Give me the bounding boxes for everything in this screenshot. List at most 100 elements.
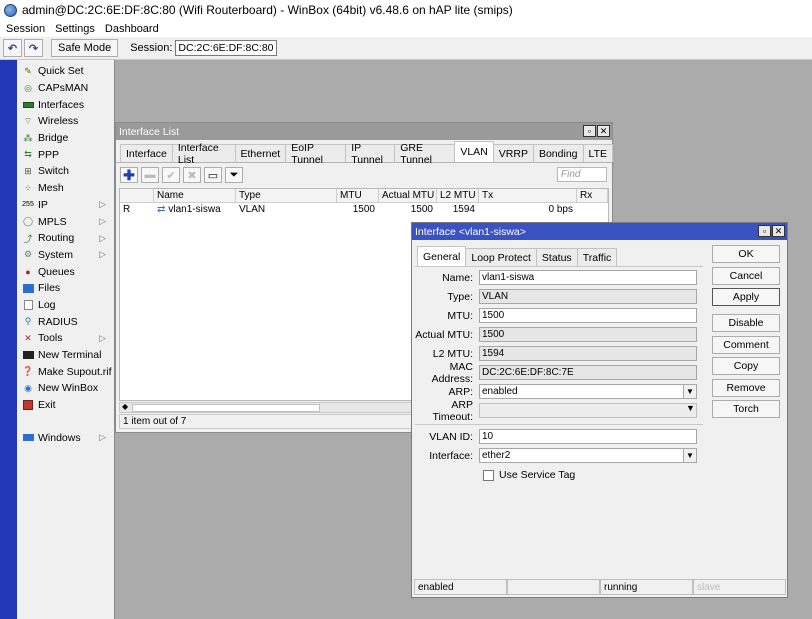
ok-button[interactable]: OK <box>712 245 780 263</box>
chevron-down-icon[interactable]: ▼ <box>683 449 696 462</box>
close-button[interactable]: ✕ <box>772 225 785 237</box>
sidebar-item-switch[interactable]: ⊞ Switch <box>17 163 114 180</box>
sidebar-item-bridge[interactable]: ⁂ Bridge <box>17 130 114 147</box>
table-row[interactable]: R ⇄ vlan1-siswa VLAN 1500 1500 1594 0 bps <box>120 203 608 216</box>
find-input[interactable]: Find <box>557 167 607 182</box>
menu-settings[interactable]: Settings <box>55 23 95 35</box>
sidebar-item-interfaces[interactable]: Interfaces <box>17 96 114 113</box>
note-icon: ▭ <box>207 169 219 182</box>
vlan-id-field[interactable]: 10 <box>479 429 697 444</box>
interface-value: ether2 <box>482 450 511 461</box>
sidebar-item-radius[interactable]: ⚲ RADIUS <box>17 313 114 330</box>
scrollbar-thumb[interactable] <box>132 404 320 412</box>
undo-button[interactable]: ↶ <box>3 39 22 57</box>
sidebar-item-ip[interactable]: 255 IP ▷ <box>17 197 114 214</box>
sidebar-item-system[interactable]: ⚙ System ▷ <box>17 247 114 264</box>
tab-lte[interactable]: LTE <box>582 144 613 162</box>
use-service-tag-checkbox[interactable] <box>483 470 494 481</box>
add-button[interactable]: ✚ <box>120 167 138 183</box>
scroll-left-icon[interactable]: ◆ <box>122 402 128 411</box>
redo-button[interactable]: ↷ <box>24 39 43 57</box>
copy-button[interactable]: Copy <box>712 357 780 375</box>
menu-dashboard[interactable]: Dashboard <box>105 23 159 35</box>
disable-button[interactable]: Disable <box>712 314 780 332</box>
safe-mode-button[interactable]: Safe Mode <box>51 39 119 57</box>
menu-session[interactable]: Session <box>6 23 45 35</box>
arp-timeout-field[interactable] <box>479 403 697 418</box>
tab-interface-list[interactable]: Interface List <box>171 142 236 166</box>
tab-vlan[interactable]: VLAN <box>454 141 494 162</box>
sidebar-item-quick-set[interactable]: ✎ Quick Set <box>17 63 114 80</box>
remove-button[interactable]: Remove <box>712 378 780 397</box>
filter-icon: ⏷ <box>229 168 239 181</box>
interface-detail-titlebar[interactable]: Interface <vlan1-siswa> ▫ ✕ <box>412 223 787 240</box>
chevron-down-icon[interactable]: ▼ <box>683 385 696 398</box>
sidebar-item-make-supout[interactable]: ❓ Make Supout.rif <box>17 363 114 380</box>
sidebar-item-new-terminal[interactable]: New Terminal <box>17 347 114 364</box>
tab-ip-tunnel[interactable]: IP Tunnel <box>345 142 396 166</box>
session-field[interactable]: DC:2C:6E:DF:8C:80 <box>175 40 277 56</box>
tab-interface[interactable]: Interface <box>120 144 173 162</box>
mtu-field[interactable]: 1500 <box>479 308 697 323</box>
apply-button[interactable]: Apply <box>712 288 780 306</box>
interface-list-titlebar[interactable]: Interface List ▫ ✕ <box>116 123 612 140</box>
arp-timeout-expand-icon[interactable]: ▼ <box>686 403 695 413</box>
winbox-app-icon <box>4 3 17 17</box>
tab-gre-tunnel[interactable]: GRE Tunnel <box>394 142 456 166</box>
arp-label: ARP: <box>448 385 473 398</box>
tab-general[interactable]: General <box>417 246 467 266</box>
sidebar-item-mpls[interactable]: ◯ MPLS ▷ <box>17 213 114 230</box>
enable-button[interactable]: ✔ <box>162 167 180 183</box>
tab-eoip-tunnel[interactable]: EoIP Tunnel <box>285 142 347 166</box>
terminal-icon <box>22 350 34 361</box>
col-type[interactable]: Type <box>236 189 337 202</box>
tab-status[interactable]: Status <box>535 248 578 266</box>
sidebar-item-tools[interactable]: ✕ Tools ▷ <box>17 330 114 347</box>
tab-vrrp[interactable]: VRRP <box>492 144 534 162</box>
tab-traffic[interactable]: Traffic <box>576 248 618 266</box>
close-button[interactable]: ✕ <box>597 125 610 137</box>
arp-select[interactable]: enabled ▼ <box>479 384 697 399</box>
check-icon: ✔ <box>166 169 176 182</box>
sidebar-item-mesh[interactable]: ⁘ Mesh <box>17 180 114 197</box>
remove-button[interactable]: ▬ <box>141 167 159 183</box>
maximize-button[interactable]: ▫ <box>583 125 596 137</box>
interface-select[interactable]: ether2 ▼ <box>479 448 697 463</box>
mpls-icon: ◯ <box>22 216 34 227</box>
comment-button[interactable]: Comment <box>712 335 780 354</box>
interface-list-title: Interface List <box>119 125 180 138</box>
filter-button[interactable]: ⏷ <box>225 167 243 183</box>
disable-button[interactable]: ✖ <box>183 167 201 183</box>
comment-button[interactable]: ▭ <box>204 167 222 183</box>
maximize-button[interactable]: ▫ <box>758 225 771 237</box>
switch-icon: ⊞ <box>24 165 32 176</box>
torch-button[interactable]: Torch <box>712 400 780 418</box>
sidebar-item-windows[interactable]: Windows ▷ <box>17 429 114 446</box>
sidebar-item-wireless[interactable]: ⌔ Wireless <box>17 113 114 130</box>
tab-loop-protect[interactable]: Loop Protect <box>465 248 537 266</box>
windows-icon <box>22 432 34 443</box>
sidebar-item-files[interactable]: Files <box>17 280 114 297</box>
cancel-button[interactable]: Cancel <box>712 266 780 285</box>
sidebar-item-exit[interactable]: Exit <box>17 397 114 414</box>
actual-mtu-field: 1500 <box>479 327 697 342</box>
sidebar-item-ppp[interactable]: ⇆ PPP <box>17 146 114 163</box>
sidebar-item-new-winbox[interactable]: ◉ New WinBox <box>17 380 114 397</box>
sidebar-item-capsman[interactable]: ◎ CAPsMAN <box>17 80 114 97</box>
col-mtu[interactable]: MTU <box>337 189 379 202</box>
ppp-icon: ⇆ <box>24 149 32 160</box>
sidebar-item-log[interactable]: Log <box>17 297 114 314</box>
col-name[interactable]: Name <box>154 189 236 202</box>
col-rx[interactable]: Rx <box>577 189 608 202</box>
tab-ethernet[interactable]: Ethernet <box>234 144 287 162</box>
col-actual-mtu[interactable]: Actual MTU <box>379 189 437 202</box>
name-field[interactable]: vlan1-siswa <box>479 270 697 285</box>
bridge-icon: ⁂ <box>23 132 33 143</box>
col-tx[interactable]: Tx <box>479 189 577 202</box>
col-l2-mtu[interactable]: L2 MTU <box>437 189 479 202</box>
tab-bonding[interactable]: Bonding <box>532 144 584 162</box>
sidebar-item-queues[interactable]: ● Queues <box>17 263 114 280</box>
list-toolbar: ✚ ▬ ✔ ✖ ▭ ⏷ <box>116 163 612 187</box>
sidebar-item-routing[interactable]: ⤴ Routing ▷ <box>17 230 114 247</box>
col-flag[interactable] <box>120 189 154 202</box>
